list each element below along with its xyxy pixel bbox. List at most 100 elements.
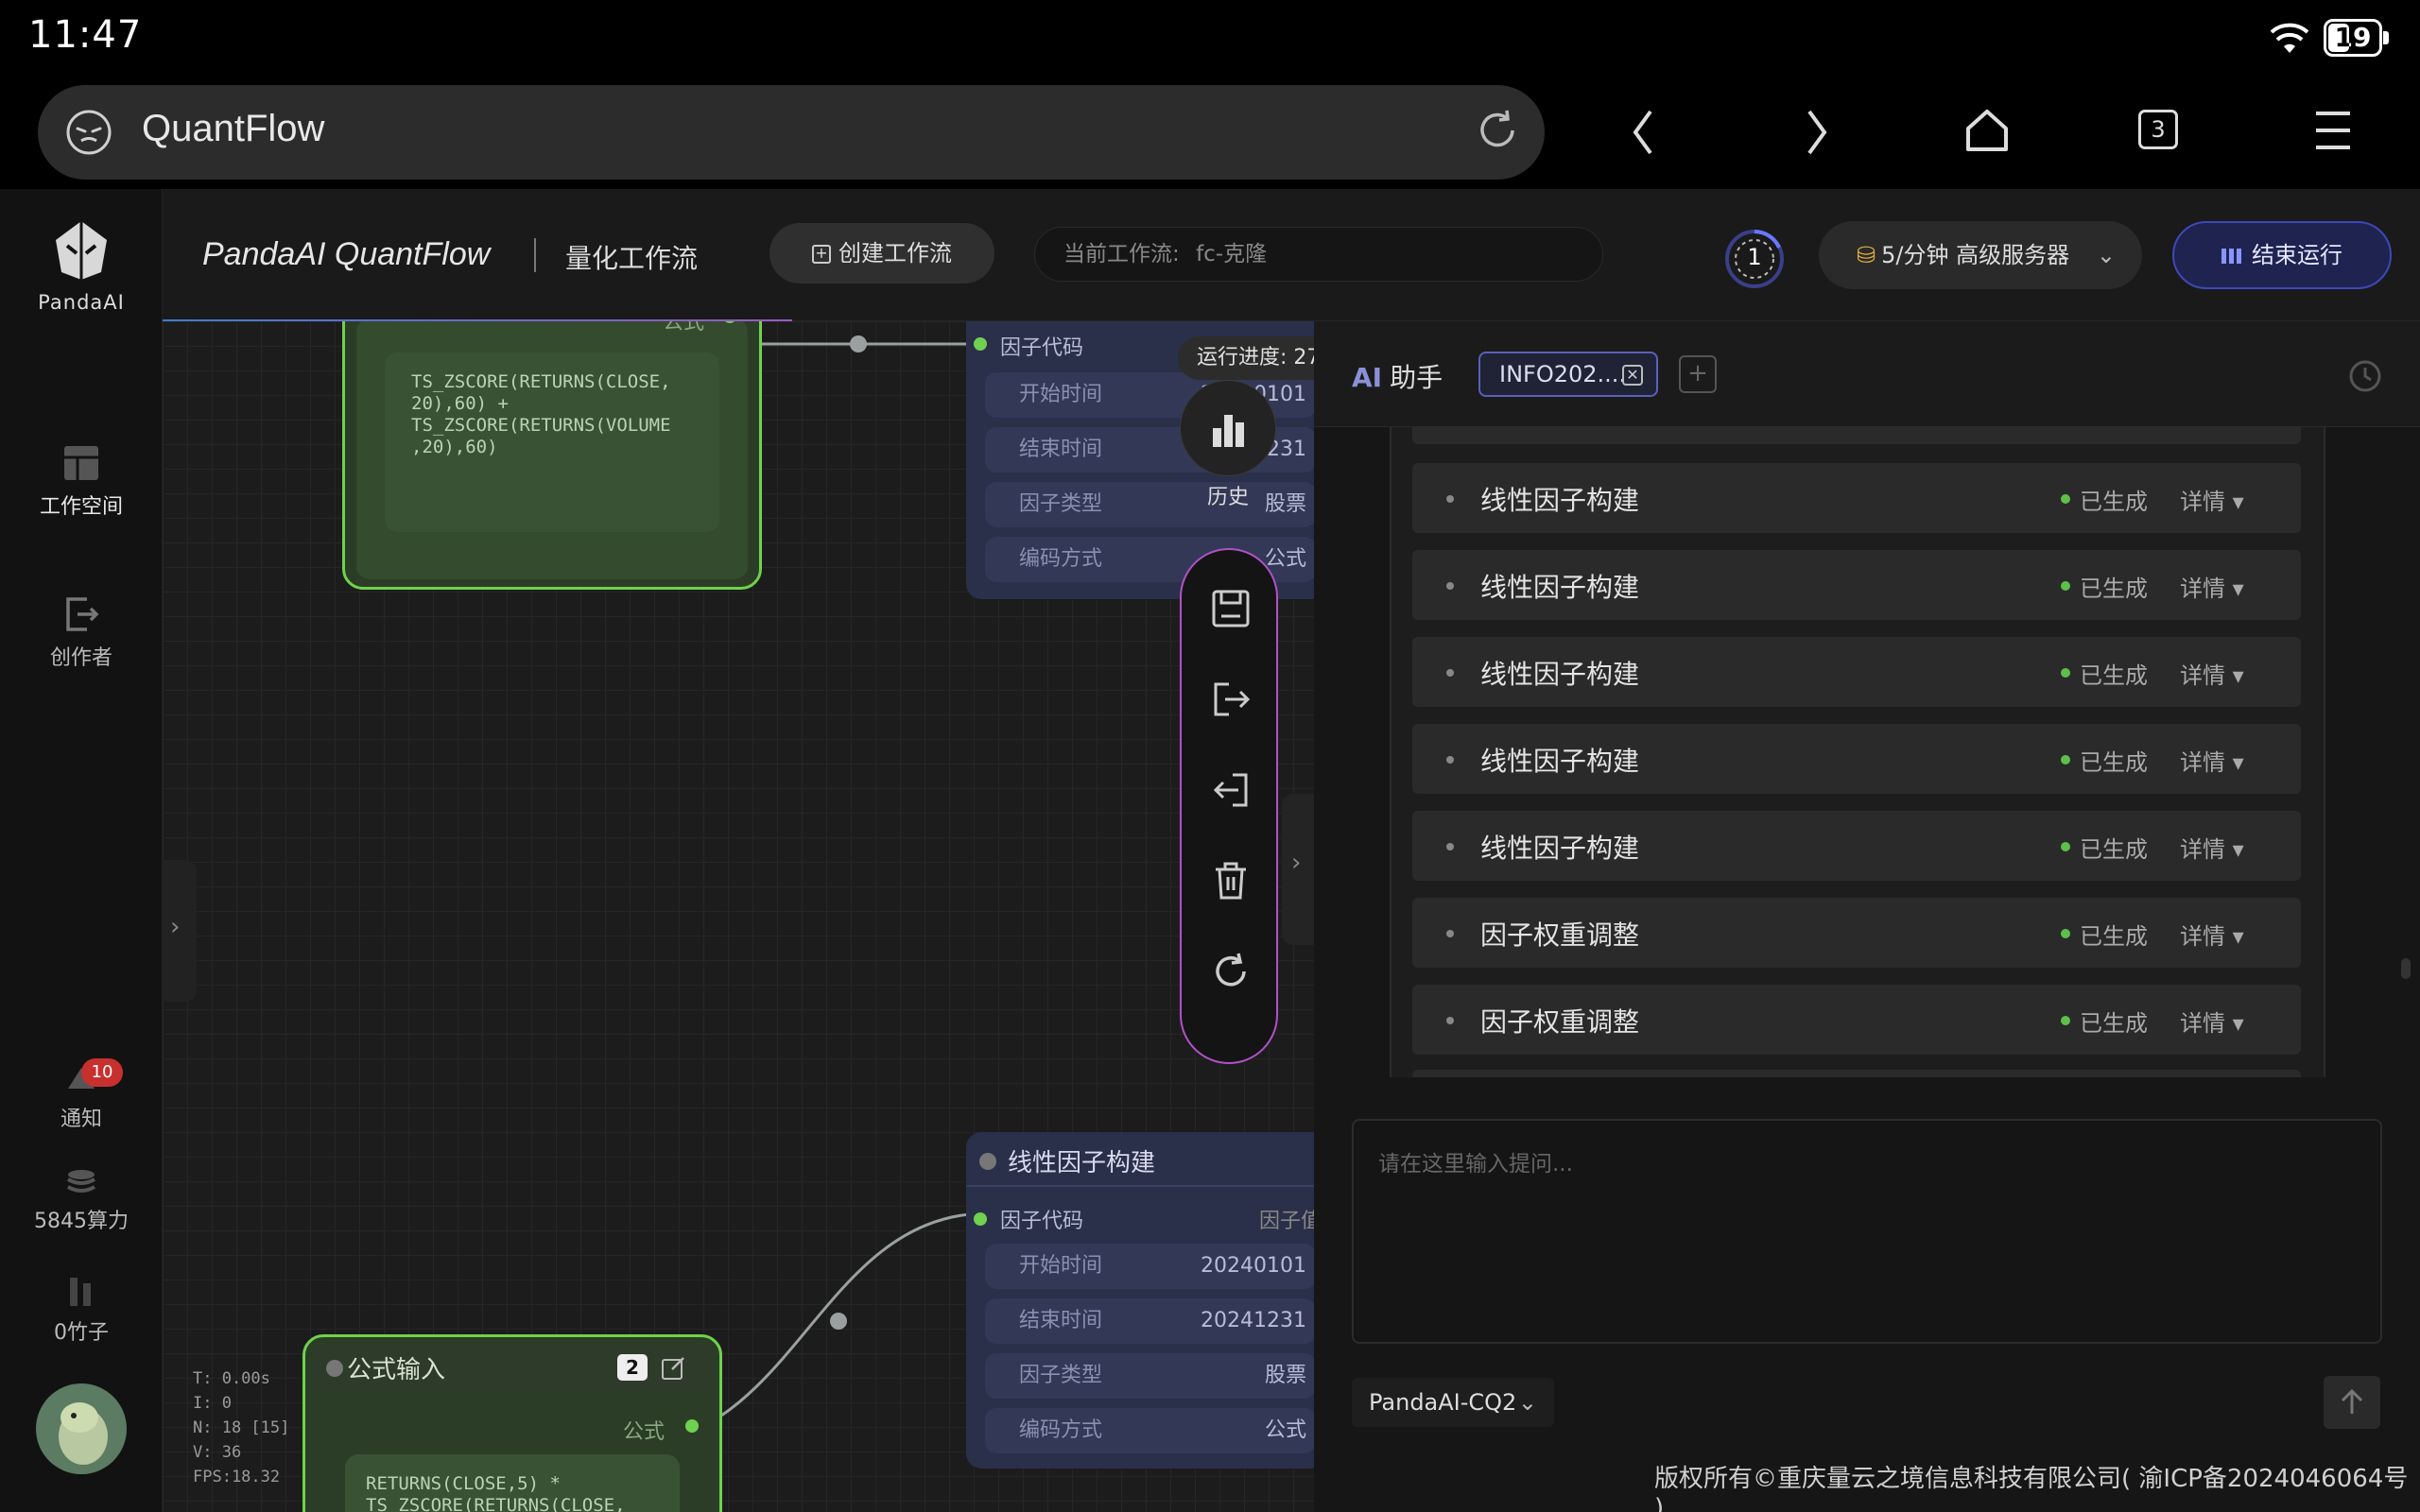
list-item[interactable]: 线性因子构建 已生成 详情 ▾ xyxy=(1412,637,2301,707)
menu-icon[interactable] xyxy=(2312,104,2354,157)
sidebar-item-notify[interactable]: 10 通知 xyxy=(0,1058,163,1132)
detail-label: 详情 xyxy=(2180,1010,2225,1037)
field-label: 编码方式 xyxy=(1019,547,1103,571)
stop-run-button[interactable]: 结束运行 xyxy=(2172,221,2392,289)
run-count-indicator[interactable]: 1 xyxy=(1722,227,1787,291)
send-button[interactable] xyxy=(2324,1376,2380,1429)
coins-icon xyxy=(0,1168,163,1196)
bars-icon xyxy=(2221,247,2242,266)
home-icon[interactable] xyxy=(1961,104,2014,157)
copyright-text: 版权所有©重庆量云之境信息科技有限公司( 渝ICP备2024046064号 ) xyxy=(1654,1465,2409,1512)
stat-line: FPS:18.32 xyxy=(193,1468,281,1486)
sidebar-logo[interactable]: PandaAI xyxy=(0,217,163,314)
sidebar-label: 工作空间 xyxy=(39,495,123,519)
list-item[interactable]: 因子权重调整 已生成 详情 ▾ xyxy=(1412,898,2301,968)
formula-input-output-port[interactable] xyxy=(685,1419,699,1433)
sidebar-item-workspace[interactable]: 工作空间 xyxy=(0,444,163,520)
history-button[interactable] xyxy=(1180,380,1276,476)
workflow-canvas[interactable]: 公式 TS_ZSCORE(RETURNS(CLOSE, 20),60) + TS… xyxy=(163,321,1314,1512)
tabs-button[interactable]: 3 xyxy=(2138,110,2178,149)
field-end-date[interactable]: 结束时间 20241231 xyxy=(985,1298,1314,1344)
step-detail-toggle[interactable]: 详情 ▾ xyxy=(2180,1005,2244,1038)
list-item xyxy=(1412,1070,2301,1077)
model-name: PandaAI-CQ2 xyxy=(1369,1389,1517,1416)
sidebar-label: 创作者 xyxy=(49,646,112,670)
import-icon[interactable] xyxy=(1210,769,1252,811)
scrollbar[interactable] xyxy=(2401,958,2411,979)
forward-icon[interactable] xyxy=(1796,104,1838,161)
question-input[interactable]: 请在这里输入提问... xyxy=(1352,1119,2382,1344)
step-detail-toggle[interactable]: 详情 ▾ xyxy=(2180,831,2244,864)
delete-icon[interactable] xyxy=(1210,860,1252,902)
url-title: QuantFlow xyxy=(142,108,325,149)
bullet-icon xyxy=(1446,1017,1454,1024)
step-title: 因子权重调整 xyxy=(1480,919,1640,951)
model-select[interactable]: PandaAI-CQ2 ⌄ xyxy=(1352,1378,1554,1427)
stop-run-label: 结束运行 xyxy=(2252,242,2342,268)
chevron-right-icon: › xyxy=(170,913,181,941)
step-detail-toggle[interactable]: 详情 ▾ xyxy=(2180,570,2244,603)
back-icon[interactable] xyxy=(1622,104,1664,161)
logo-text: PandaAI xyxy=(38,291,125,314)
reload-icon[interactable] xyxy=(1473,106,1522,155)
save-icon[interactable] xyxy=(1210,588,1252,629)
linear-factor-node[interactable]: 线性因子构建 因子代码 因子值 开始时间 20240101 结束时间 2024123… xyxy=(966,1132,1314,1469)
sidebar-item-creator[interactable]: 创作者 xyxy=(0,595,163,671)
step-detail-toggle[interactable]: 详情 ▾ xyxy=(2180,918,2244,951)
linear-port-right: 因子值 xyxy=(1259,1210,1314,1233)
list-item[interactable]: 线性因子构建 已生成 详情 ▾ xyxy=(1412,724,2301,794)
factor-input-port[interactable] xyxy=(974,337,987,351)
edit-icon[interactable] xyxy=(661,1354,687,1381)
stat-line: N: 18 [15] xyxy=(193,1418,290,1437)
linear-input-port[interactable] xyxy=(974,1212,987,1226)
left-panel-toggle[interactable]: › xyxy=(163,860,197,1002)
field-label: 开始时间 xyxy=(1019,383,1103,406)
add-context-button[interactable]: + xyxy=(1679,355,1717,393)
step-detail-toggle[interactable]: 详情 ▾ xyxy=(2180,744,2244,777)
server-label: 5/分钟 高级服务器 xyxy=(1881,242,2070,268)
step-list[interactable]: 线性因子构建 已生成 详情 ▾ 线性因子构建 已生成 详情 ▾ 线性因子构建 已… xyxy=(1390,427,2325,1077)
step-title: 线性因子构建 xyxy=(1480,572,1640,603)
formula-code: TS_ZSCORE(RETURNS(CLOSE, 20),60) + TS_ZS… xyxy=(411,371,671,457)
field-label: 因子类型 xyxy=(1019,492,1103,516)
avatar[interactable] xyxy=(36,1383,127,1474)
tool-column xyxy=(1180,548,1278,1064)
detail-label: 详情 xyxy=(2180,662,2225,689)
close-icon[interactable]: ✕ xyxy=(1622,365,1643,386)
list-item[interactable]: 线性因子构建 已生成 详情 ▾ xyxy=(1412,550,2301,620)
context-tag[interactable]: INFO202.... ✕ xyxy=(1478,352,1658,397)
field-encoding[interactable]: 编码方式 公式 xyxy=(985,1408,1314,1453)
server-select[interactable]: ⛁ 5/分钟 高级服务器 ⌄ xyxy=(1819,221,2142,289)
sidebar-item-compute[interactable]: 5845算力 xyxy=(0,1168,163,1234)
bullet-icon xyxy=(1446,843,1454,850)
node-status-dot xyxy=(326,1360,343,1377)
url-bar[interactable]: QuantFlow xyxy=(38,85,1545,180)
create-workflow-button[interactable]: + 创建工作流 xyxy=(769,223,994,284)
formula-input-node[interactable]: 公式输入 2 公式 RETURNS(CLOSE,5) * TS_ZSCORE(R… xyxy=(302,1334,722,1512)
sidebar-label: 通知 xyxy=(60,1108,102,1131)
detail-label: 详情 xyxy=(2180,923,2225,950)
field-start-date[interactable]: 开始时间 20240101 xyxy=(985,1244,1314,1289)
status-time: 11:47 xyxy=(28,13,143,57)
field-factor-type[interactable]: 因子类型 股票 xyxy=(985,1353,1314,1399)
refresh-icon[interactable] xyxy=(1210,951,1252,992)
node-divider xyxy=(966,1185,1314,1187)
step-detail-toggle[interactable]: 详情 ▾ xyxy=(2180,483,2244,516)
field-value: 股票 xyxy=(1264,1364,1306,1387)
list-item[interactable]: 线性因子构建 已生成 详情 ▾ xyxy=(1412,463,2301,533)
linear-port-label: 因子代码 xyxy=(1000,1210,1084,1233)
sidebar-label: 5845算力 xyxy=(34,1210,129,1233)
export-icon[interactable] xyxy=(1210,679,1252,720)
sidebar-item-bamboo[interactable]: 0竹子 xyxy=(0,1274,163,1346)
bullet-icon xyxy=(1446,582,1454,590)
formula-node[interactable]: 公式 TS_ZSCORE(RETURNS(CLOSE, 20),60) + TS… xyxy=(342,321,762,590)
clock-icon[interactable] xyxy=(2348,359,2382,393)
status-dot xyxy=(2061,929,2070,938)
step-detail-toggle[interactable]: 详情 ▾ xyxy=(2180,657,2244,690)
bamboo-icon xyxy=(0,1274,163,1308)
formula-input-port-label: 公式 xyxy=(623,1420,666,1444)
right-panel-toggle[interactable]: › xyxy=(1282,794,1316,945)
current-workflow-field[interactable]: 当前工作流: fc-克隆 xyxy=(1034,227,1603,282)
list-item[interactable]: 因子权重调整 已生成 详情 ▾ xyxy=(1412,985,2301,1055)
list-item[interactable]: 线性因子构建 已生成 详情 ▾ xyxy=(1412,811,2301,881)
